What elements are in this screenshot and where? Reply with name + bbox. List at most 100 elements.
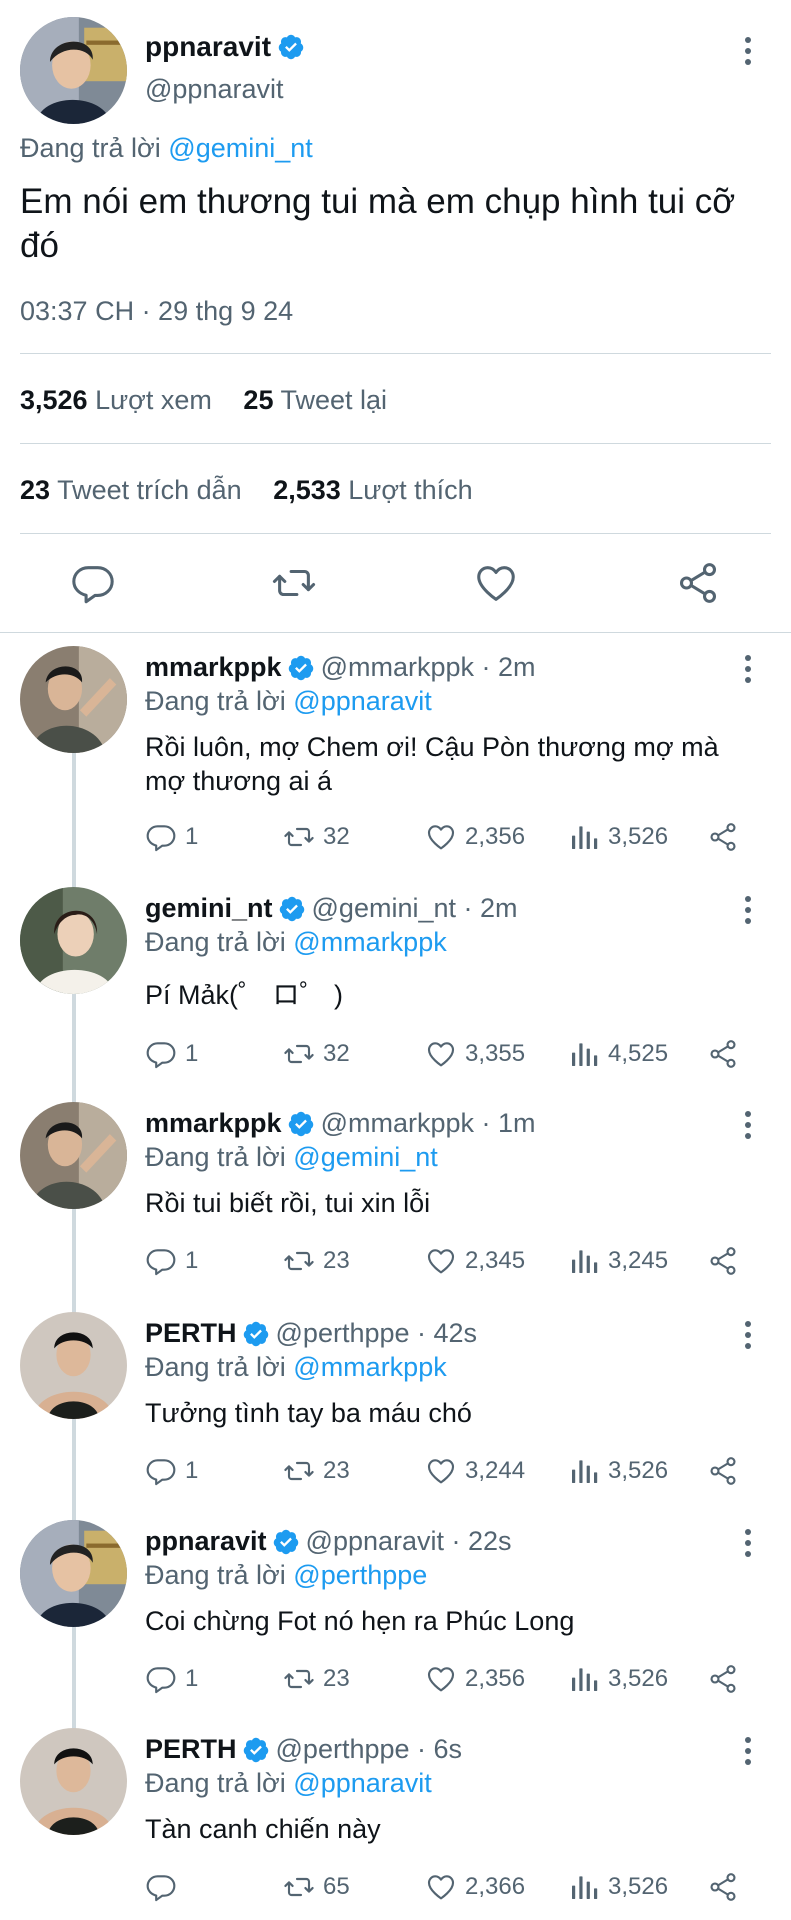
views-button[interactable]: 3,526 bbox=[568, 820, 668, 854]
author-handle[interactable]: @perthppe bbox=[276, 1318, 410, 1349]
comment-count: 1 bbox=[185, 1247, 199, 1274]
comment-button[interactable] bbox=[145, 1870, 185, 1904]
quotes-label[interactable]: Tweet trích dẫn bbox=[57, 475, 242, 505]
reply-time[interactable]: 2m bbox=[480, 893, 518, 924]
reply-actions: 1 23 2,356 3,526 bbox=[145, 1662, 765, 1696]
comment-button[interactable]: 1 bbox=[145, 1037, 198, 1071]
share-button[interactable] bbox=[707, 820, 739, 854]
views-icon bbox=[568, 1038, 600, 1070]
comment-button[interactable]: 1 bbox=[145, 1662, 198, 1696]
retweet-button[interactable]: 32 bbox=[283, 1037, 350, 1071]
share-button[interactable] bbox=[707, 1662, 739, 1696]
author-name[interactable]: mmarkppk bbox=[145, 652, 282, 683]
more-options-icon[interactable] bbox=[741, 34, 755, 68]
author-name[interactable]: PERTH bbox=[145, 1734, 237, 1765]
avatar[interactable] bbox=[20, 1520, 127, 1627]
views-button[interactable]: 3,245 bbox=[568, 1244, 668, 1278]
more-options-icon[interactable] bbox=[741, 1526, 755, 1560]
author-handle[interactable]: @gemini_nt bbox=[312, 893, 456, 924]
retweet-button[interactable]: 23 bbox=[283, 1244, 350, 1278]
share-button[interactable] bbox=[707, 1870, 739, 1904]
reply-tweet[interactable]: ppnaravit @ppnaravit · 22s Đang trả lời … bbox=[0, 1520, 791, 1700]
author-name[interactable]: mmarkppk bbox=[145, 1108, 282, 1139]
author-name-row[interactable]: ppnaravit bbox=[145, 31, 305, 63]
reply-time[interactable]: 6s bbox=[434, 1734, 463, 1765]
views-button[interactable]: 4,525 bbox=[568, 1037, 668, 1071]
comment-icon[interactable] bbox=[70, 560, 116, 606]
replying-to: Đang trả lời @mmarkppk bbox=[145, 927, 447, 958]
share-button[interactable] bbox=[707, 1037, 739, 1071]
retweet-button[interactable]: 65 bbox=[283, 1870, 350, 1904]
more-options-icon[interactable] bbox=[741, 652, 755, 686]
avatar[interactable] bbox=[20, 1102, 127, 1209]
comment-button[interactable]: 1 bbox=[145, 1454, 198, 1488]
like-button[interactable]: 3,244 bbox=[425, 1454, 525, 1488]
reply-tweet[interactable]: PERTH @perthppe · 6s Đang trả lời @ppnar… bbox=[0, 1728, 791, 1908]
share-button[interactable] bbox=[707, 1454, 739, 1488]
comment-button[interactable]: 1 bbox=[145, 820, 198, 854]
avatar[interactable] bbox=[20, 1312, 127, 1419]
replying-mention[interactable]: @mmarkppk bbox=[293, 927, 446, 957]
share-button[interactable] bbox=[707, 1244, 739, 1278]
reply-tweet[interactable]: mmarkppk @mmarkppk · 2m Đang trả lời @pp… bbox=[0, 646, 791, 856]
more-options-icon[interactable] bbox=[741, 893, 755, 927]
retweet-icon bbox=[283, 1455, 315, 1487]
avatar[interactable] bbox=[20, 646, 127, 753]
avatar[interactable] bbox=[20, 887, 127, 994]
like-count: 2,356 bbox=[465, 823, 526, 850]
separator-dot: · bbox=[456, 893, 480, 923]
author-name[interactable]: gemini_nt bbox=[145, 893, 273, 924]
avatar[interactable] bbox=[20, 1728, 127, 1835]
reply-time[interactable]: 1m bbox=[498, 1108, 536, 1139]
retweet-button[interactable]: 32 bbox=[283, 820, 350, 854]
author-handle[interactable]: @perthppe bbox=[276, 1734, 410, 1765]
reply-tweet[interactable]: mmarkppk @mmarkppk · 1m Đang trả lời @ge… bbox=[0, 1102, 791, 1282]
likes-count[interactable]: 2,533 bbox=[273, 475, 341, 505]
author-name[interactable]: ppnaravit bbox=[145, 1526, 267, 1557]
reply-time[interactable]: 42s bbox=[434, 1318, 478, 1349]
views-count: 3,526 bbox=[20, 385, 88, 415]
reply-time[interactable]: 22s bbox=[468, 1526, 512, 1557]
more-options-icon[interactable] bbox=[741, 1108, 755, 1142]
divider bbox=[20, 443, 771, 444]
retweets-count[interactable]: 25 bbox=[243, 385, 273, 415]
author-name[interactable]: PERTH bbox=[145, 1318, 237, 1349]
like-button[interactable]: 2,366 bbox=[425, 1870, 525, 1904]
like-button[interactable]: 2,345 bbox=[425, 1244, 525, 1278]
more-options-icon[interactable] bbox=[741, 1734, 755, 1768]
replying-mention[interactable]: @gemini_nt bbox=[293, 1142, 437, 1172]
author-handle[interactable]: @ppnaravit bbox=[306, 1526, 444, 1557]
author-handle[interactable]: @mmarkppk bbox=[321, 652, 474, 683]
views-button[interactable]: 3,526 bbox=[568, 1454, 668, 1488]
likes-label[interactable]: Lượt thích bbox=[348, 475, 472, 505]
views-button[interactable]: 3,526 bbox=[568, 1662, 668, 1696]
like-button[interactable]: 2,356 bbox=[425, 820, 525, 854]
replying-mention[interactable]: @mmarkppk bbox=[293, 1352, 446, 1382]
retweet-button[interactable]: 23 bbox=[283, 1454, 350, 1488]
replying-mention[interactable]: @perthppe bbox=[293, 1560, 427, 1590]
views-button[interactable]: 3,526 bbox=[568, 1870, 668, 1904]
reply-time[interactable]: 2m bbox=[498, 652, 536, 683]
replying-mention[interactable]: @ppnaravit bbox=[293, 686, 431, 716]
quotes-count[interactable]: 23 bbox=[20, 475, 50, 505]
author-handle[interactable]: @ppnaravit bbox=[145, 74, 283, 105]
more-options-icon[interactable] bbox=[741, 1318, 755, 1352]
retweet-button[interactable]: 23 bbox=[283, 1662, 350, 1696]
author-name[interactable]: ppnaravit bbox=[145, 31, 271, 63]
like-button[interactable]: 3,355 bbox=[425, 1037, 525, 1071]
comment-button[interactable]: 1 bbox=[145, 1244, 198, 1278]
stats-row-views: 3,526 Lượt xem 25 Tweet lại bbox=[20, 385, 387, 416]
author-handle[interactable]: @mmarkppk bbox=[321, 1108, 474, 1139]
reply-tweet[interactable]: gemini_nt @gemini_nt · 2m Đang trả lời @… bbox=[0, 887, 791, 1072]
heart-icon[interactable] bbox=[473, 560, 519, 606]
retweets-label[interactable]: Tweet lại bbox=[280, 385, 387, 415]
reply-tweet[interactable]: PERTH @perthppe · 42s Đang trả lời @mmar… bbox=[0, 1312, 791, 1492]
avatar[interactable] bbox=[20, 17, 127, 124]
share-icon[interactable] bbox=[675, 560, 721, 606]
replying-mention[interactable]: @gemini_nt bbox=[168, 133, 312, 163]
tweet-timestamp[interactable]: 03:37 CH · 29 thg 9 24 bbox=[20, 296, 293, 327]
reply-text: Tưởng tình tay ba máu chó bbox=[145, 1398, 472, 1428]
replying-mention[interactable]: @ppnaravit bbox=[293, 1768, 431, 1798]
retweet-icon[interactable] bbox=[271, 560, 317, 606]
like-button[interactable]: 2,356 bbox=[425, 1662, 525, 1696]
